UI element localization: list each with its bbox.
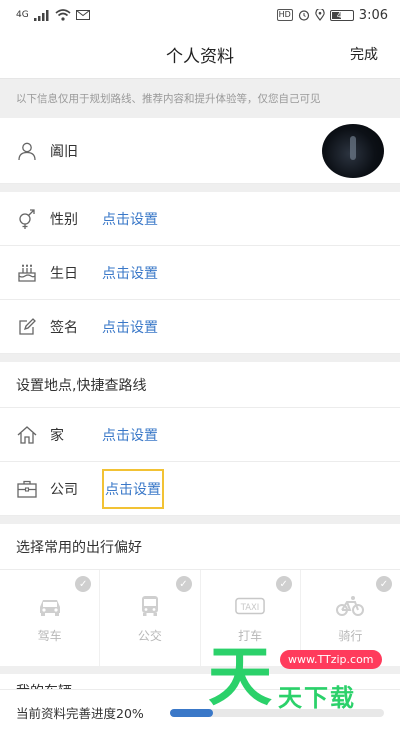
- progress-fill: [169, 708, 213, 717]
- watermark-url: www.TTzip.com: [280, 650, 382, 669]
- alarm-icon: [298, 10, 309, 21]
- birthday-label: 生日: [50, 265, 78, 282]
- status-left: 4G: [16, 9, 90, 21]
- birthday-value[interactable]: 点击设置: [102, 263, 158, 283]
- travel-option-label: 驾车: [37, 628, 62, 643]
- section-gap: [0, 354, 400, 362]
- nickname-label: 阖旧: [50, 143, 78, 160]
- status-bar: 4G HD 41 3:06: [0, 0, 400, 30]
- gender-label: 性别: [50, 211, 78, 228]
- status-time: 3:06: [358, 7, 388, 23]
- battery-icon: 41: [329, 9, 354, 21]
- watermark-big-char: 天: [208, 641, 272, 715]
- section-gap: [0, 516, 400, 524]
- gender-row[interactable]: 性别 点击设置: [0, 192, 400, 246]
- bike-icon: [335, 593, 365, 619]
- profile-screen: 4G HD 41 3:06 个人资料 完成 以下信息仅用于规划路线、推荐内容和提…: [0, 0, 400, 735]
- home-label: 家: [50, 427, 64, 444]
- nickname-row[interactable]: 阖旧: [0, 118, 400, 184]
- places-title: 设置地点,快捷查路线: [0, 362, 400, 408]
- places-section: 设置地点,快捷查路线 家 点击设置 公司 点击设置: [0, 362, 400, 516]
- signature-value[interactable]: 点击设置: [102, 317, 158, 337]
- check-icon: ✓: [75, 576, 92, 592]
- watermark-text: 天下载: [278, 684, 356, 712]
- page-title: 个人资料: [166, 46, 234, 67]
- signal-label: 4G: [16, 10, 29, 20]
- hd-icon: HD: [276, 9, 293, 21]
- travel-option-label: 公交: [137, 628, 162, 643]
- check-icon: ✓: [175, 576, 192, 592]
- basic-info-section: 性别 点击设置 生日 点击设置 签名 点击设置: [0, 192, 400, 354]
- taxi-icon: TAXI: [235, 593, 265, 619]
- svg-text:TAXI: TAXI: [240, 601, 260, 611]
- home-value[interactable]: 点击设置: [102, 425, 158, 445]
- travel-title: 选择常用的出行偏好: [0, 524, 400, 570]
- birthday-row[interactable]: 生日 点击设置: [0, 246, 400, 300]
- company-label: 公司: [50, 481, 78, 498]
- signature-label: 签名: [50, 319, 78, 336]
- signal-icon: [33, 9, 49, 21]
- avatar-figure: [350, 136, 356, 160]
- progress-text: 当前资料完善进度20%: [16, 706, 144, 721]
- home-row[interactable]: 家 点击设置: [0, 408, 400, 462]
- battery-level: 41: [336, 10, 347, 20]
- watermark-logo: 天 www.TTzip.com 天下载: [208, 640, 393, 718]
- section-gap: [0, 184, 400, 192]
- gender-icon: [16, 208, 38, 230]
- gender-value[interactable]: 点击设置: [102, 209, 158, 229]
- car-icon: [35, 593, 65, 619]
- check-icon: ✓: [275, 576, 292, 592]
- home-icon: [16, 424, 38, 446]
- privacy-notice: 以下信息仅用于规划路线、推荐内容和提升体验等，仅您自己可见: [0, 78, 400, 118]
- wifi-icon: [55, 9, 71, 21]
- cake-icon: [16, 262, 38, 284]
- avatar[interactable]: [322, 124, 384, 178]
- edit-icon: [16, 316, 38, 338]
- status-right: HD 41 3:06: [276, 7, 388, 23]
- location-icon: [315, 9, 325, 21]
- travel-option-car[interactable]: ✓ 驾车: [0, 570, 101, 666]
- bus-icon: [135, 593, 165, 619]
- check-icon: ✓: [376, 576, 392, 592]
- mail-icon: [75, 10, 90, 20]
- travel-option-bus[interactable]: ✓ 公交: [100, 570, 201, 666]
- signature-row[interactable]: 签名 点击设置: [0, 300, 400, 354]
- briefcase-icon: [16, 478, 38, 500]
- user-icon: [16, 140, 38, 162]
- company-value[interactable]: 点击设置: [102, 468, 164, 509]
- company-row[interactable]: 公司 点击设置: [0, 462, 400, 516]
- done-button[interactable]: 完成: [350, 44, 378, 64]
- nav-bar: 个人资料 完成: [0, 30, 400, 78]
